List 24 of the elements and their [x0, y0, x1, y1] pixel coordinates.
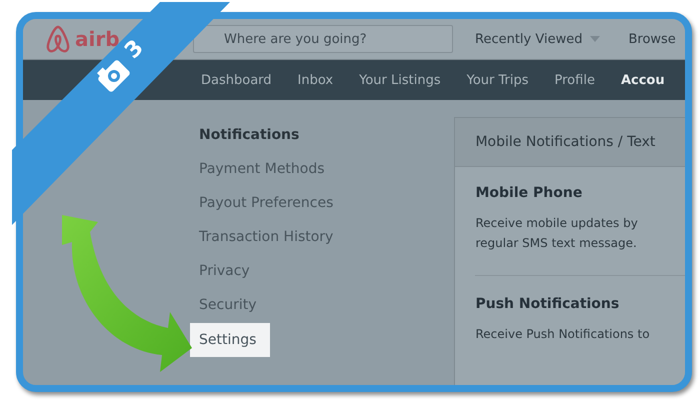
sidebar-item[interactable]: Payout Preferences: [190, 193, 334, 227]
panel-title: Mobile Notifications / Text: [455, 118, 685, 167]
nav-tab[interactable]: Accou: [620, 72, 665, 88]
nav-tab[interactable]: Your Listings: [359, 72, 441, 88]
sidebar-item[interactable]: Transaction History: [190, 227, 334, 261]
nav-tab[interactable]: Inbox: [298, 72, 334, 88]
sidebar-item[interactable]: Security: [190, 295, 256, 323]
caret-icon: [590, 36, 600, 42]
nav-tab[interactable]: Profile: [554, 72, 595, 88]
logo-icon: [45, 24, 71, 54]
section-text: Receive Push Notifications to: [475, 326, 651, 343]
header-menu[interactable]: Recently Viewed: [475, 32, 600, 46]
section-text: Receive mobile updates by regular SMS text message.: [475, 215, 639, 252]
step-number: 3: [120, 35, 149, 64]
header-menu[interactable]: Browse: [628, 32, 676, 46]
search-field[interactable]: Where are you going?: [193, 25, 453, 53]
sidebar-item[interactable]: Notifications: [190, 125, 300, 159]
section-heading: Mobile Phone: [475, 185, 584, 201]
nav-tab[interactable]: Dashboard: [201, 72, 272, 88]
sidebar-item[interactable]: Privacy: [190, 261, 250, 295]
sidebar-item[interactable]: Settings: [190, 323, 270, 357]
sidebar-item[interactable]: Payment Methods: [190, 159, 325, 193]
section-heading: Push Notifications: [475, 296, 620, 312]
nav-tab[interactable]: Your Trips: [466, 72, 529, 88]
